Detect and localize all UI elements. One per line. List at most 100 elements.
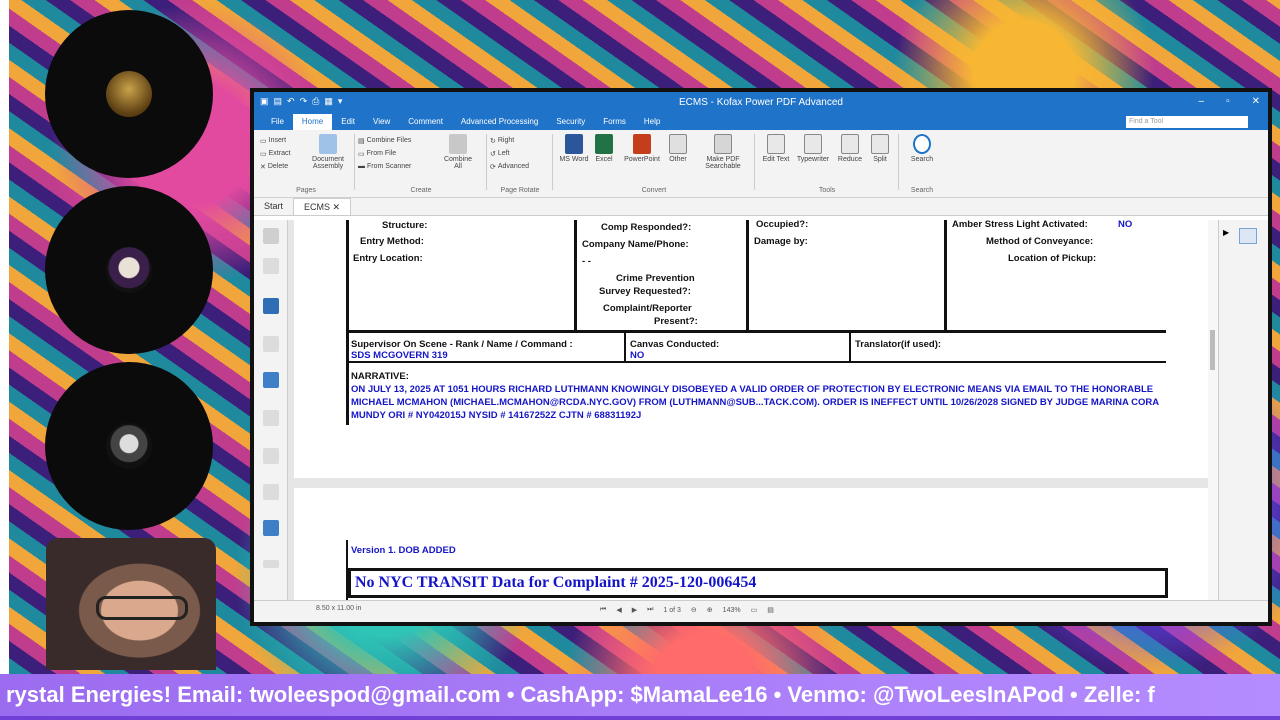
rotate-right-button[interactable]: ↻ Right [490, 134, 550, 147]
occupied-label: Occupied?: [756, 219, 809, 230]
divider [898, 134, 899, 190]
rotate-advanced-button[interactable]: ⟳ Advanced [490, 160, 550, 173]
tab-start[interactable]: Start [254, 198, 293, 215]
bookmarks-icon[interactable] [263, 298, 279, 314]
ticker-underline [0, 716, 1280, 720]
typewriter-label: Typewriter [796, 156, 830, 163]
create-group: ▤ Combine Files ▭ From File ▬ From Scanner … [358, 134, 484, 194]
searchable-label: Make PDF Searchable [705, 156, 741, 170]
convert-group: MS Word Excel PowerPoint Other Make PDF … [556, 134, 752, 194]
powerpoint-button[interactable]: PowerPoint [620, 134, 664, 163]
company-name-label: Company Name/Phone: [582, 239, 689, 250]
signature-icon[interactable] [263, 484, 279, 500]
comp-responded-label: Comp Responded?: [601, 222, 692, 233]
document-viewport[interactable]: Structure: Entry Method: Entry Location:… [254, 219, 1268, 600]
attachments-icon[interactable] [263, 410, 279, 426]
tab-view[interactable]: View [364, 114, 399, 130]
participant-avatar-1[interactable] [45, 10, 213, 178]
combine-files-label: Combine Files [366, 137, 412, 144]
edit-text-icon [767, 134, 785, 154]
tab-ecms[interactable]: ECMS ✕ [293, 198, 352, 215]
rotate-right-icon: ↻ [490, 137, 496, 145]
first-page-icon[interactable]: ⏮ [600, 606, 606, 614]
from-scanner-label: From Scanner [367, 163, 412, 170]
tab-help[interactable]: Help [635, 114, 669, 130]
page-indicator[interactable]: 1 of 3 [663, 607, 681, 614]
panel-icon[interactable] [1239, 228, 1257, 244]
menu-bar: File Home Edit View Comment Advanced Pro… [254, 114, 1268, 130]
vertical-scrollbar[interactable] [1208, 220, 1218, 600]
edit-text-button[interactable]: Edit Text [758, 134, 794, 163]
tab-home[interactable]: Home [292, 114, 333, 130]
close-tab-icon[interactable]: ✕ [333, 202, 341, 212]
tab-edit[interactable]: Edit [332, 114, 364, 130]
search-button[interactable]: Search [904, 134, 940, 163]
translator-label: Translator(if used): [855, 339, 942, 350]
last-page-icon[interactable]: ⏭ [647, 606, 653, 614]
hand-tool-icon[interactable] [263, 228, 279, 244]
assembly-icon [319, 134, 337, 154]
searchable-icon [714, 134, 732, 154]
divider [944, 220, 947, 332]
pickup-label: Location of Pickup: [1008, 253, 1097, 264]
delete-icon: ✕ [260, 163, 266, 171]
fit-page-icon[interactable]: ▭ [751, 606, 758, 614]
split-icon [871, 134, 889, 154]
excel-button[interactable]: Excel [586, 134, 622, 163]
page-size: 8.50 x 11.00 in [316, 605, 362, 612]
divider [754, 134, 755, 190]
document-assembly-button[interactable]: Document Assembly [310, 134, 346, 170]
pages-group-label: Pages [296, 187, 316, 194]
tab-advanced-processing[interactable]: Advanced Processing [452, 114, 547, 130]
divider [746, 220, 749, 332]
word-icon [565, 134, 583, 154]
maximize-button[interactable]: ▫ [1226, 96, 1230, 107]
rotate-left-icon: ↺ [490, 150, 496, 158]
split-button[interactable]: Split [862, 134, 898, 163]
stamp-icon[interactable] [263, 448, 279, 464]
tab-comment[interactable]: Comment [399, 114, 452, 130]
scroll-thumb[interactable] [1210, 330, 1215, 370]
powerpoint-label: PowerPoint [624, 156, 660, 163]
tab-file[interactable]: File [262, 114, 293, 130]
close-button[interactable]: ✕ [1252, 96, 1260, 107]
other-button[interactable]: Other [660, 134, 696, 163]
word-label: MS Word [559, 156, 589, 163]
next-page-icon[interactable]: ▶ [632, 606, 637, 614]
entry-location-label: Entry Location: [353, 253, 423, 264]
tools-group-label: Tools [818, 187, 836, 194]
find-tool-input[interactable]: Find a Tool [1126, 116, 1248, 128]
extract-icon: ▭ [260, 150, 267, 158]
present-label: Present?: [654, 316, 698, 327]
expand-arrow-icon[interactable]: ▶ [1223, 228, 1229, 237]
zoom-level[interactable]: 143% [723, 607, 741, 614]
collapse-icon[interactable] [263, 560, 279, 568]
combine-icon: ▤ [358, 137, 365, 145]
avatar [106, 247, 152, 293]
damage-by-label: Damage by: [754, 236, 808, 247]
rotate-left-button[interactable]: ↺ Left [490, 147, 550, 160]
combine-all-button[interactable]: Combine All [440, 134, 476, 170]
lock-icon[interactable] [263, 520, 279, 536]
search-group-label: Search [910, 187, 934, 194]
canvas-value: NO [630, 350, 645, 361]
file-icon: ▭ [358, 150, 365, 158]
tab-ecms-label: ECMS [304, 202, 331, 212]
prev-page-icon[interactable]: ◀ [616, 606, 621, 614]
amber-light-label: Amber Stress Light Activated: [952, 219, 1088, 230]
comments-icon[interactable] [263, 372, 279, 388]
participant-avatar-3[interactable] [45, 362, 213, 530]
participant-avatar-2[interactable] [45, 186, 213, 354]
zoom-out-icon[interactable]: ⊖ [691, 606, 697, 614]
typewriter-button[interactable]: Typewriter [792, 134, 834, 163]
make-searchable-button[interactable]: Make PDF Searchable [698, 134, 748, 170]
tab-forms[interactable]: Forms [594, 114, 635, 130]
minimize-button[interactable]: – [1199, 96, 1205, 107]
divider [552, 134, 553, 190]
tab-security[interactable]: Security [547, 114, 594, 130]
search-icon [913, 134, 931, 154]
select-tool-icon[interactable] [263, 258, 279, 274]
fit-width-icon[interactable]: ▤ [767, 606, 774, 614]
zoom-in-icon[interactable]: ⊕ [707, 606, 713, 614]
pages-icon[interactable] [263, 336, 279, 352]
